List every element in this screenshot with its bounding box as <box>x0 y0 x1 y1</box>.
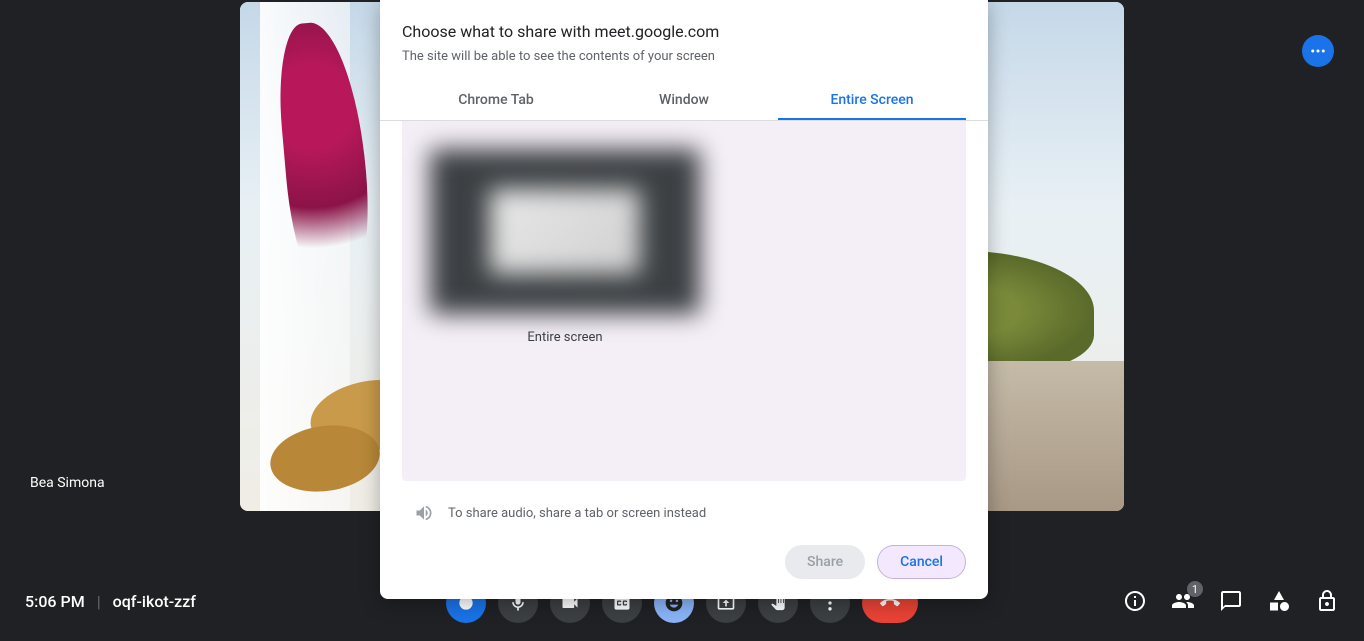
more-horizontal-icon <box>1309 42 1327 60</box>
meeting-info: 5:06 PM | oqf-ikot-zzf <box>25 592 196 611</box>
chat-icon <box>1219 589 1243 613</box>
time-label: 5:06 PM <box>25 592 85 611</box>
participant-name-label: Bea Simona <box>30 475 105 491</box>
thumbnail-image <box>430 149 700 314</box>
tab-window[interactable]: Window <box>590 82 778 120</box>
thumbnail-label: Entire screen <box>430 330 700 345</box>
dialog-actions: Share Cancel <box>380 523 988 579</box>
divider: | <box>97 592 101 611</box>
chat-button[interactable] <box>1219 589 1243 617</box>
share-preview-area: Entire screen <box>402 121 966 481</box>
audio-hint: To share audio, share a tab or screen in… <box>380 489 988 523</box>
lock-icon <box>1315 589 1339 613</box>
shapes-icon <box>1267 589 1291 613</box>
participants-button[interactable]: 1 <box>1171 589 1195 617</box>
dialog-title: Choose what to share with meet.google.co… <box>380 22 988 41</box>
audio-hint-text: To share audio, share a tab or screen in… <box>448 506 706 521</box>
tab-chrome-tab[interactable]: Chrome Tab <box>402 82 590 120</box>
meeting-code-label: oqf-ikot-zzf <box>113 592 196 611</box>
cancel-button[interactable]: Cancel <box>877 545 966 579</box>
right-panel-controls: 1 <box>1123 589 1339 617</box>
meeting-details-button[interactable] <box>1123 589 1147 617</box>
share-button[interactable]: Share <box>785 545 865 579</box>
activities-button[interactable] <box>1267 589 1291 617</box>
more-options-button[interactable] <box>1302 35 1334 67</box>
screen-thumbnail[interactable]: Entire screen <box>430 149 700 345</box>
screen-share-dialog: Choose what to share with meet.google.co… <box>380 0 988 599</box>
info-icon <box>1123 589 1147 613</box>
tab-entire-screen[interactable]: Entire Screen <box>778 82 966 120</box>
participant-count-badge: 1 <box>1187 581 1203 597</box>
dialog-subtitle: The site will be able to see the content… <box>380 49 988 64</box>
share-tabs: Chrome Tab Window Entire Screen <box>380 82 988 121</box>
host-controls-button[interactable] <box>1315 589 1339 617</box>
volume-icon <box>414 503 434 523</box>
